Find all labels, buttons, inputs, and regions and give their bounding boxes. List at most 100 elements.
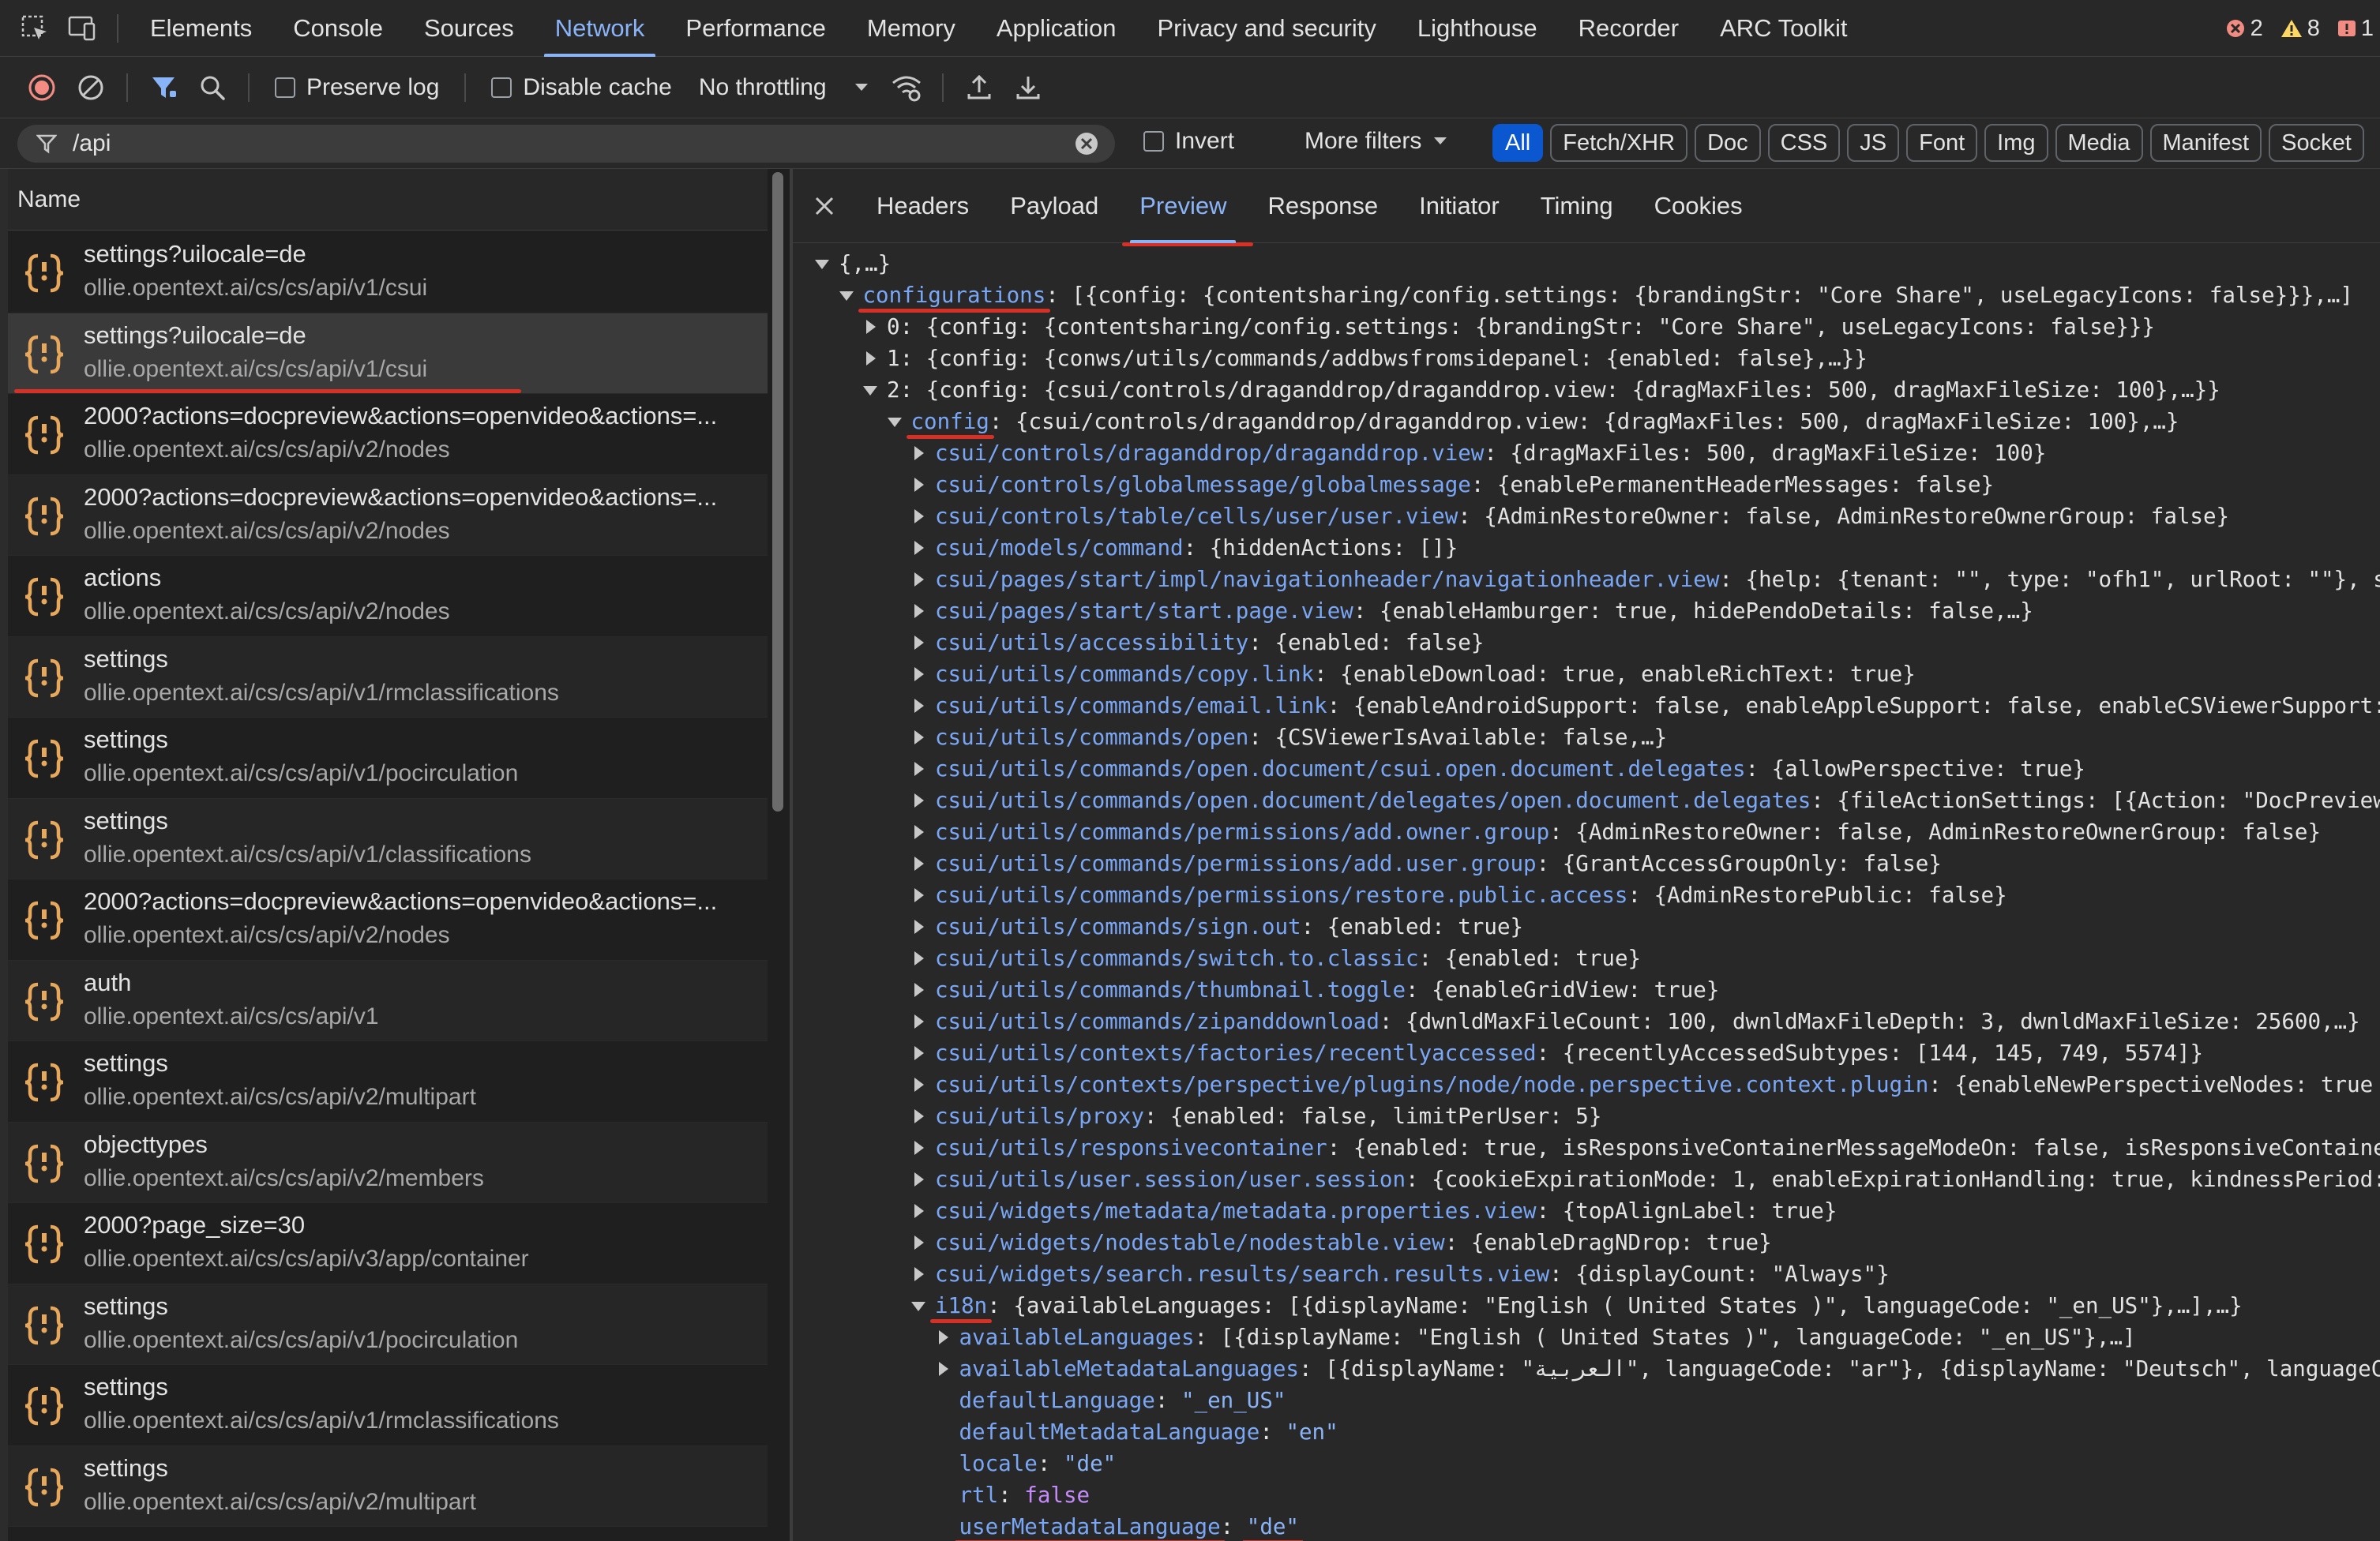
request-list-scrollbar[interactable] xyxy=(772,172,783,812)
json-tree-node[interactable]: config: {csui/controls/draganddrop/draga… xyxy=(815,406,2380,437)
inspect-element-icon[interactable] xyxy=(11,5,58,52)
tab-lighthouse[interactable]: Lighthouse xyxy=(1397,0,1558,57)
json-tree-node[interactable]: configurations: [{config: {contentsharin… xyxy=(815,279,2380,311)
json-tree-node[interactable]: csui/widgets/search.results/search.resul… xyxy=(815,1258,2380,1290)
request-row[interactable]: settings ollie.opentext.ai/cs/cs/api/v1/r… xyxy=(8,636,768,718)
details-tab-timing[interactable]: Timing xyxy=(1520,169,1634,243)
expanded-triangle-icon[interactable] xyxy=(839,291,854,301)
json-tree-node[interactable]: 0: {config: {contentsharing/config.setti… xyxy=(815,311,2380,343)
json-tree-node[interactable]: csui/utils/contexts/factories/recentlyac… xyxy=(815,1037,2380,1069)
json-tree-node[interactable]: csui/utils/commands/sign.out: {enabled: … xyxy=(815,911,2380,943)
more-filters-dropdown[interactable]: More filters xyxy=(1304,128,1448,155)
import-har-button[interactable] xyxy=(955,63,1004,112)
request-row[interactable]: settings?uilocale=de ollie.opentext.ai/cs… xyxy=(8,232,768,313)
details-tab-payload[interactable]: Payload xyxy=(989,169,1119,243)
expanded-triangle-icon[interactable] xyxy=(887,418,902,427)
collapsed-triangle-icon[interactable] xyxy=(914,1204,924,1218)
json-tree-node[interactable]: csui/utils/responsivecontainer: {enabled… xyxy=(815,1132,2380,1164)
json-tree-node[interactable]: csui/controls/table/cells/user/user.view… xyxy=(815,501,2380,532)
tab-elements[interactable]: Elements xyxy=(130,0,272,57)
collapsed-triangle-icon[interactable] xyxy=(914,1141,924,1155)
invert-checkbox[interactable]: Invert xyxy=(1143,128,1234,155)
issues-counter[interactable]: 2 8 1 xyxy=(2225,0,2380,57)
collapsed-triangle-icon[interactable] xyxy=(914,920,924,934)
tab-performance[interactable]: Performance xyxy=(665,0,846,57)
details-tab-preview[interactable]: Preview xyxy=(1119,169,1254,246)
checkbox-box[interactable] xyxy=(1143,131,1164,152)
type-filter-js[interactable]: JS xyxy=(1847,124,1900,162)
json-tree-node[interactable]: {,…} xyxy=(815,248,2380,279)
checkbox-box[interactable] xyxy=(491,77,512,98)
json-tree-node[interactable]: csui/utils/commands/thumbnail.toggle: {e… xyxy=(815,974,2380,1006)
collapsed-triangle-icon[interactable] xyxy=(914,857,924,871)
request-row[interactable]: 2000?actions=docpreview&actions=openvide… xyxy=(8,394,768,475)
json-tree-node[interactable]: 2: {config: {csui/controls/draganddrop/d… xyxy=(815,374,2380,406)
request-row[interactable]: 2000?actions=docpreview&actions=openvide… xyxy=(8,879,768,961)
json-tree-node[interactable]: csui/utils/commands/switch.to.classic: {… xyxy=(815,943,2380,974)
filter-input[interactable] xyxy=(71,129,1050,158)
collapsed-triangle-icon[interactable] xyxy=(914,572,924,587)
request-row[interactable]: settings ollie.opentext.ai/cs/cs/api/v1/p… xyxy=(8,718,768,799)
expanded-triangle-icon[interactable] xyxy=(863,386,877,396)
expanded-triangle-icon[interactable] xyxy=(815,260,829,269)
collapsed-triangle-icon[interactable] xyxy=(914,1235,924,1250)
json-tree-node[interactable]: csui/utils/commands/permissions/add.user… xyxy=(815,848,2380,879)
json-tree-node[interactable]: csui/utils/commands/permissions/restore.… xyxy=(815,879,2380,911)
type-filter-font[interactable]: Font xyxy=(1906,124,1978,162)
export-har-button[interactable] xyxy=(1004,63,1053,112)
request-row[interactable]: actions ollie.opentext.ai/cs/cs/api/v2/no… xyxy=(8,556,768,637)
expanded-triangle-icon[interactable] xyxy=(911,1302,925,1311)
tab-sources[interactable]: Sources xyxy=(404,0,535,57)
preserve-log-checkbox[interactable]: Preserve log xyxy=(261,74,453,101)
tab-recorder[interactable]: Recorder xyxy=(1558,0,1700,57)
search-button[interactable] xyxy=(188,63,237,112)
collapsed-triangle-icon[interactable] xyxy=(914,888,924,902)
collapsed-triangle-icon[interactable] xyxy=(938,1362,948,1376)
collapsed-triangle-icon[interactable] xyxy=(914,793,924,808)
tab-console[interactable]: Console xyxy=(272,0,404,57)
collapsed-triangle-icon[interactable] xyxy=(914,509,924,523)
issue-count[interactable]: 1 xyxy=(2337,16,2374,42)
request-row[interactable]: settings ollie.opentext.ai/cs/cs/api/v1/p… xyxy=(8,1284,768,1365)
json-tree-node[interactable]: csui/pages/start/impl/navigationheader/n… xyxy=(815,564,2380,595)
json-tree-node[interactable]: 1: {config: {conws/utils/commands/addbws… xyxy=(815,343,2380,374)
json-tree-node[interactable]: csui/utils/commands/open.document/csui.o… xyxy=(815,753,2380,785)
collapsed-triangle-icon[interactable] xyxy=(914,762,924,776)
device-toolbar-icon[interactable] xyxy=(58,5,106,52)
type-filter-manifest[interactable]: Manifest xyxy=(2149,124,2262,162)
json-tree-node[interactable]: csui/pages/start/start.page.view: {enabl… xyxy=(815,595,2380,627)
collapsed-triangle-icon[interactable] xyxy=(914,636,924,650)
collapsed-triangle-icon[interactable] xyxy=(914,1014,924,1029)
collapsed-triangle-icon[interactable] xyxy=(914,541,924,555)
warning-count[interactable]: 8 xyxy=(2281,16,2320,42)
request-row[interactable]: settings?uilocale=de ollie.opentext.ai/cs… xyxy=(8,313,768,394)
request-row[interactable]: auth ollie.opentext.ai/cs/cs/api/v1 xyxy=(8,960,768,1041)
collapsed-triangle-icon[interactable] xyxy=(914,983,924,997)
tab-privacy-and-security[interactable]: Privacy and security xyxy=(1137,0,1397,57)
request-row[interactable]: 2000?actions=docpreview&actions=openvide… xyxy=(8,474,768,556)
clear-button[interactable] xyxy=(66,63,115,112)
type-filter-fetch-xhr[interactable]: Fetch/XHR xyxy=(1550,124,1688,162)
json-tree-node[interactable]: csui/widgets/nodestable/nodestable.view:… xyxy=(815,1227,2380,1258)
collapsed-triangle-icon[interactable] xyxy=(866,320,876,334)
json-tree-node[interactable]: csui/widgets/metadata/metadata.propertie… xyxy=(815,1195,2380,1227)
json-tree-node[interactable]: csui/utils/contexts/perspective/plugins/… xyxy=(815,1069,2380,1100)
collapsed-triangle-icon[interactable] xyxy=(914,1109,924,1123)
type-filter-img[interactable]: Img xyxy=(1984,124,2048,162)
json-tree-node[interactable]: csui/controls/draganddrop/draganddrop.vi… xyxy=(815,437,2380,469)
collapsed-triangle-icon[interactable] xyxy=(914,1078,924,1092)
tab-network[interactable]: Network xyxy=(535,0,666,57)
type-filter-doc[interactable]: Doc xyxy=(1695,124,1761,162)
collapsed-triangle-icon[interactable] xyxy=(938,1330,948,1344)
collapsed-triangle-icon[interactable] xyxy=(914,604,924,618)
details-tab-cookies[interactable]: Cookies xyxy=(1634,169,1763,243)
collapsed-triangle-icon[interactable] xyxy=(914,1172,924,1187)
collapsed-triangle-icon[interactable] xyxy=(914,1267,924,1281)
type-filter-media[interactable]: Media xyxy=(2055,124,2143,162)
details-tab-initiator[interactable]: Initiator xyxy=(1398,169,1520,243)
json-tree-node[interactable]: csui/utils/commands/permissions/add.owne… xyxy=(815,816,2380,848)
throttling-select[interactable]: No throttling xyxy=(686,74,882,101)
details-tab-headers[interactable]: Headers xyxy=(856,169,989,243)
collapsed-triangle-icon[interactable] xyxy=(914,478,924,492)
json-tree-node[interactable]: i18n: {availableLanguages: [{displayName… xyxy=(815,1290,2380,1322)
